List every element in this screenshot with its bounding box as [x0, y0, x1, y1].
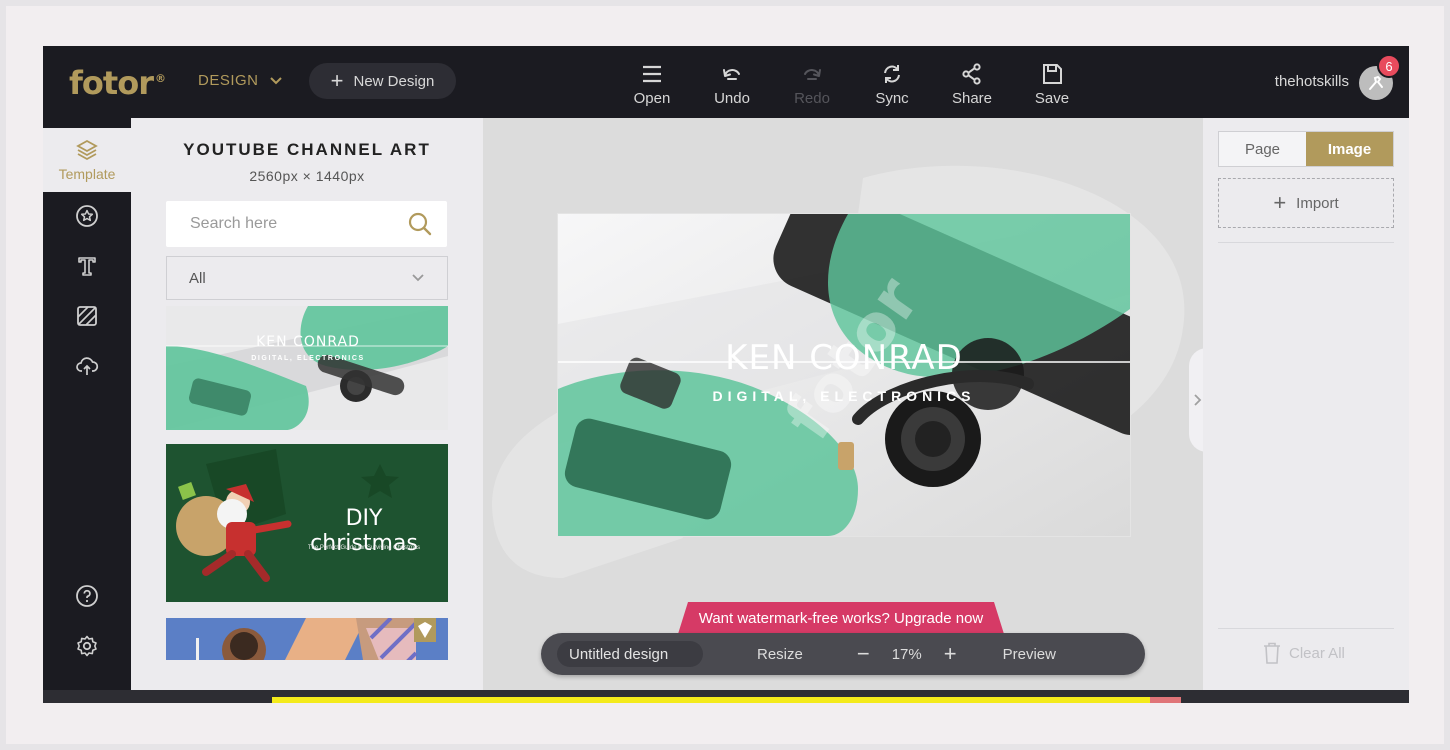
- trash-icon: [1264, 642, 1280, 664]
- red-strip: [1150, 697, 1181, 703]
- template-panel: YOUTUBE CHANNEL ART 2560px × 1440px All: [131, 118, 483, 703]
- sidebar-item-template[interactable]: Template: [43, 128, 131, 192]
- document-name-field[interactable]: Untitled design: [557, 641, 703, 667]
- plus-icon: +: [1273, 190, 1287, 215]
- cloud-upload-icon: [76, 357, 99, 375]
- top-bar: fotor ® DESIGN + New Design Open Undo Red…: [43, 46, 1409, 118]
- template-panel-title: YOUTUBE CHANNEL ART: [183, 140, 431, 159]
- zoom-out-button[interactable]: −: [857, 643, 870, 665]
- open-button[interactable]: Open: [617, 62, 687, 107]
- fotor-logo[interactable]: fotor ®: [69, 64, 166, 102]
- filter-value: All: [189, 269, 206, 287]
- template-thumb-ken-conrad-art: [166, 306, 448, 430]
- share-label: Share: [951, 90, 993, 107]
- sidebar-item-background[interactable]: [43, 304, 131, 328]
- canvas-bottom-bar: Untitled design Resize − 17% + Preview: [541, 633, 1145, 675]
- design-canvas[interactable]: KEN CONRAD DIGITAL, ELECTRONICS fotor: [558, 214, 1130, 536]
- divider: [1218, 628, 1394, 629]
- thumb-2-subtitle: The Perfect Guide for Surviving Christma…: [307, 545, 421, 551]
- layers-icon: [76, 139, 98, 161]
- search-icon[interactable]: [407, 211, 433, 237]
- category-filter-select[interactable]: All: [166, 256, 448, 300]
- thumb-1-subtitle: DIGITAL, ELECTRONICS: [251, 355, 365, 362]
- redo-button[interactable]: Redo: [777, 62, 847, 107]
- upgrade-banner[interactable]: Want watermark-free works? Upgrade now: [678, 602, 1004, 634]
- sync-button[interactable]: Sync: [857, 62, 927, 107]
- sync-label: Sync: [875, 90, 909, 107]
- zoom-in-button[interactable]: +: [944, 643, 957, 665]
- logo-text: fotor: [69, 64, 154, 102]
- help-button[interactable]: [43, 584, 131, 608]
- star-circle-icon: [76, 205, 98, 227]
- yellow-strip: [272, 697, 1150, 703]
- page-image-toggle: Page Image: [1218, 131, 1394, 167]
- import-button[interactable]: + Import: [1218, 178, 1394, 228]
- search-input[interactable]: [190, 215, 407, 233]
- notification-badge[interactable]: 6: [1377, 54, 1401, 78]
- gear-icon: [77, 635, 97, 657]
- undo-button[interactable]: Undo: [697, 62, 767, 107]
- undo-icon: [723, 69, 740, 80]
- plus-icon: +: [330, 68, 344, 93]
- chevron-right-icon: [1194, 394, 1202, 406]
- clear-all-button[interactable]: Clear All: [1263, 642, 1345, 664]
- template-thumb-portrait-art: [166, 618, 448, 660]
- new-design-button[interactable]: + New Design: [309, 63, 456, 99]
- canvas-area: KEN CONRAD DIGITAL, ELECTRONICS fotor Wa…: [483, 118, 1203, 703]
- right-panel: Page Image + Import Clear All: [1203, 118, 1409, 703]
- template-thumb-ken-conrad[interactable]: KEN CONRAD DIGITAL, ELECTRONICS: [166, 306, 448, 430]
- menu-icon: [643, 65, 661, 83]
- template-search[interactable]: [166, 201, 447, 247]
- divider: [1218, 242, 1394, 243]
- undo-label: Undo: [714, 90, 750, 107]
- save-icon: [1043, 64, 1062, 84]
- background-pattern-icon: [77, 306, 97, 326]
- template-thumb-portrait[interactable]: [166, 618, 448, 660]
- user-name[interactable]: thehotskills: [1275, 73, 1349, 90]
- template-thumb-diy-christmas[interactable]: DIY christmas The Perfect Guide for Surv…: [166, 444, 448, 602]
- settings-button[interactable]: [43, 634, 131, 658]
- save-button[interactable]: Save: [1017, 62, 1087, 107]
- sync-icon: [884, 65, 900, 83]
- tab-page[interactable]: Page: [1219, 132, 1306, 166]
- tab-image[interactable]: Image: [1306, 132, 1393, 166]
- template-label: Template: [58, 166, 116, 182]
- redo-label: Redo: [794, 90, 830, 107]
- import-label: Import: [1296, 194, 1339, 212]
- preview-button[interactable]: Preview: [1003, 646, 1056, 663]
- sidebar-item-elements[interactable]: [43, 204, 131, 228]
- logo-registered-mark: ®: [154, 72, 166, 86]
- editor-app: fotor ® DESIGN + New Design Open Undo Red…: [43, 46, 1409, 703]
- share-icon: [962, 63, 981, 85]
- clear-all-label: Clear All: [1289, 644, 1345, 662]
- template-size: 2560px × 1440px: [249, 168, 365, 184]
- help-icon: [76, 585, 98, 607]
- design-menu[interactable]: DESIGN: [198, 72, 283, 89]
- upgrade-text: Want watermark-free works? Upgrade now: [698, 609, 984, 627]
- template-list: KEN CONRAD DIGITAL, ELECTRONICS DIY chri…: [166, 306, 448, 660]
- sidebar-item-text[interactable]: [43, 254, 131, 278]
- chevron-down-icon: [269, 76, 282, 84]
- left-icon-sidebar: Template: [43, 118, 131, 703]
- save-label: Save: [1034, 90, 1070, 107]
- chevron-down-icon: [412, 274, 424, 282]
- resize-button[interactable]: Resize: [757, 646, 803, 663]
- redo-icon: [804, 69, 821, 80]
- sidebar-item-upload[interactable]: [43, 354, 131, 378]
- text-icon: [78, 257, 96, 276]
- share-button[interactable]: Share: [937, 62, 1007, 107]
- new-design-label: New Design: [353, 72, 435, 90]
- thumb-1-title: KEN CONRAD: [256, 334, 360, 350]
- design-menu-label: DESIGN: [198, 72, 259, 89]
- zoom-level: 17%: [891, 645, 922, 663]
- open-label: Open: [633, 90, 671, 107]
